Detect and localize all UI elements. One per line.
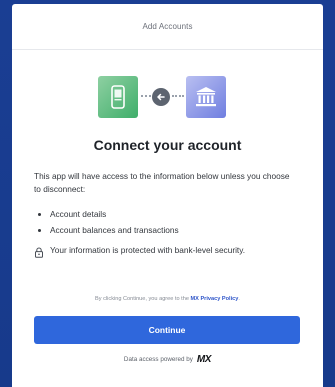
connection-illustration <box>12 76 323 122</box>
privacy-policy-link[interactable]: MX Privacy Policy <box>191 296 239 302</box>
lock-icon <box>34 245 48 263</box>
phone-icon <box>98 76 138 118</box>
list-item: Account balances and transactions <box>34 222 294 238</box>
bullet-icon <box>38 228 41 232</box>
bank-icon <box>186 76 226 118</box>
list-item-label: Account balances and transactions <box>50 225 179 235</box>
security-text: Your information is protected with bank-… <box>50 245 246 255</box>
mx-logo: MX <box>196 354 212 365</box>
access-list: Account details Account balances and tra… <box>34 206 294 238</box>
list-item-label: Account details <box>50 209 107 219</box>
link-icon <box>152 88 170 106</box>
consent-text: By clicking Continue, you agree to the M… <box>12 296 323 302</box>
continue-button[interactable]: Continue <box>34 316 300 344</box>
connector-dots-right <box>172 95 184 100</box>
consent-suffix: . <box>238 296 240 302</box>
page-title: Connect your account <box>93 137 242 153</box>
add-accounts-modal: Add Accounts Connect your account This a… <box>12 4 323 387</box>
powered-by-text: Data access powered by <box>123 356 193 363</box>
list-item: Account details <box>34 206 294 222</box>
powered-by-footer: Data access powered by MX <box>12 354 323 365</box>
access-intro-text: This app will have access to the informa… <box>34 171 290 194</box>
consent-prefix: By clicking Continue, you agree to the <box>95 296 189 302</box>
modal-title: Add Accounts <box>142 22 193 31</box>
bullet-icon <box>38 212 41 216</box>
security-notice: Your information is protected with bank-… <box>34 244 296 263</box>
modal-header: Add Accounts <box>12 4 323 50</box>
connector-dots-left <box>141 95 151 100</box>
